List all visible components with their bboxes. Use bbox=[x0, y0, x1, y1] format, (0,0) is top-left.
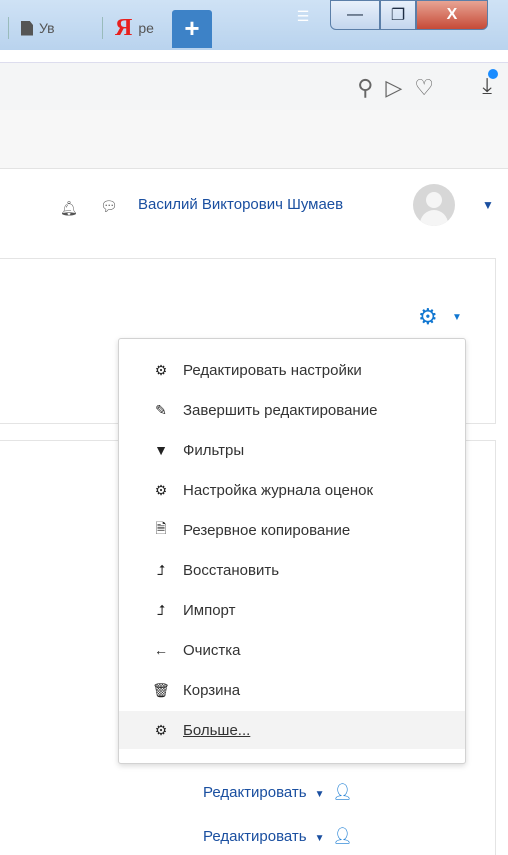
file-download-icon: 🗎 bbox=[155, 520, 167, 536]
window-controls: — ❐ X bbox=[330, 0, 488, 30]
person-icon[interactable]: 👤︎ bbox=[333, 784, 353, 801]
filter-icon: ▼ bbox=[154, 442, 168, 458]
document-icon bbox=[21, 20, 33, 36]
menu-item-label: Настройка журнала оценок bbox=[183, 481, 374, 499]
zoom-icon[interactable]: ⚲ bbox=[357, 75, 373, 101]
address-bar[interactable]: ⚲ ▷ ♡ ⤓ bbox=[0, 62, 508, 112]
settings-dropdown-menu: ⚙ Редактировать настройки ✎ Завершить ре… bbox=[118, 338, 466, 764]
chevron-down-icon: ▼ bbox=[314, 833, 325, 844]
menu-item-label: Резервное копирование bbox=[183, 521, 351, 539]
chevron-down-icon: ▼ bbox=[314, 789, 325, 800]
tab-separator bbox=[102, 17, 103, 39]
new-tab-button[interactable]: + bbox=[172, 10, 212, 48]
yandex-logo: Я bbox=[115, 14, 133, 41]
menu-item-filters[interactable]: ▼ Фильтры bbox=[119, 431, 465, 469]
menu-item-restore[interactable]: ⮥ Восстановить bbox=[119, 551, 465, 589]
maximize-button[interactable]: ❐ bbox=[380, 0, 416, 30]
trash-icon: 🗑︎ bbox=[152, 681, 170, 698]
tab-separator bbox=[8, 17, 9, 39]
edit-dropdown[interactable]: Редактировать ▼ 👤︎ bbox=[203, 782, 353, 802]
browser-tab-strip: Ув Я ре + ☰ — ❐ X bbox=[0, 0, 508, 50]
arrow-left-icon: ← bbox=[154, 642, 168, 658]
upload-arrow-icon: ⮥ bbox=[156, 561, 166, 578]
close-button[interactable]: X bbox=[416, 0, 488, 30]
menu-item-reset[interactable]: ← Очистка bbox=[119, 631, 465, 669]
menu-item-label: Восстановить bbox=[183, 561, 280, 579]
menu-item-recycle-bin[interactable]: 🗑︎ Корзина bbox=[119, 671, 465, 709]
avatar-body bbox=[420, 210, 448, 226]
menu-item-label: Корзина bbox=[183, 681, 241, 699]
pencil-icon: ✎ bbox=[155, 401, 167, 418]
menu-item-label: Очистка bbox=[183, 641, 241, 659]
tab-label: Ув bbox=[39, 20, 55, 36]
avatar[interactable] bbox=[413, 184, 455, 226]
edit-link-label: Редактировать bbox=[203, 784, 307, 801]
menu-item-edit-settings[interactable]: ⚙ Редактировать настройки bbox=[119, 351, 465, 389]
heart-icon[interactable]: ♡ bbox=[414, 75, 434, 101]
menu-item-label: Фильтры bbox=[183, 441, 245, 459]
person-icon[interactable]: 👤︎ bbox=[333, 828, 353, 845]
menu-item-label: Завершить редактирование bbox=[183, 401, 378, 419]
chevron-down-icon[interactable]: ▼ bbox=[482, 198, 494, 212]
address-bar-actions: ⚲ ▷ ♡ bbox=[357, 75, 434, 101]
chevron-down-icon[interactable]: ▼ bbox=[452, 312, 462, 323]
browser-tab[interactable]: Ув bbox=[8, 10, 55, 46]
menu-item-import[interactable]: ⮥ Импорт bbox=[119, 591, 465, 629]
edit-dropdown[interactable]: Редактировать ▼ 👤︎ bbox=[203, 826, 353, 846]
user-navbar: 🔔︎ 💬︎ Василий Викторович Шумаев ▼ bbox=[0, 176, 508, 236]
gear-icon: ⚙ bbox=[154, 721, 168, 738]
gear-icon: ⚙ bbox=[154, 361, 168, 378]
minimize-button[interactable]: — bbox=[330, 0, 380, 30]
menu-item-label: Импорт bbox=[183, 601, 236, 619]
menu-item-finish-editing[interactable]: ✎ Завершить редактирование bbox=[119, 391, 465, 429]
settings-gear-icon[interactable]: ⚙ bbox=[418, 304, 438, 330]
download-notification-dot bbox=[488, 69, 498, 79]
menu-item-backup[interactable]: 🗎 Резервное копирование bbox=[119, 511, 465, 549]
menu-item-more[interactable]: ⚙ Больше... bbox=[119, 711, 465, 749]
bell-icon[interactable]: 🔔︎ bbox=[60, 200, 78, 217]
browser-tab-yandex[interactable]: Я ре bbox=[102, 10, 154, 46]
menu-item-label: Больше... bbox=[183, 721, 251, 739]
user-name[interactable]: Василий Викторович Шумаев bbox=[138, 196, 343, 213]
send-icon[interactable]: ▷ bbox=[385, 75, 402, 101]
gear-icon: ⚙ bbox=[154, 481, 168, 498]
avatar-head bbox=[426, 192, 442, 208]
menu-item-label: Редактировать настройки bbox=[183, 361, 362, 379]
upload-arrow-icon: ⮥ bbox=[156, 601, 166, 618]
bookmarks-bar bbox=[0, 110, 508, 169]
tab-menu-icon[interactable]: ☰ bbox=[292, 8, 314, 24]
edit-link-label: Редактировать bbox=[203, 828, 307, 845]
chat-icon[interactable]: 💬︎ bbox=[100, 198, 118, 215]
menu-item-gradebook-setup[interactable]: ⚙ Настройка журнала оценок bbox=[119, 471, 465, 509]
tab-label: ре bbox=[138, 20, 154, 36]
